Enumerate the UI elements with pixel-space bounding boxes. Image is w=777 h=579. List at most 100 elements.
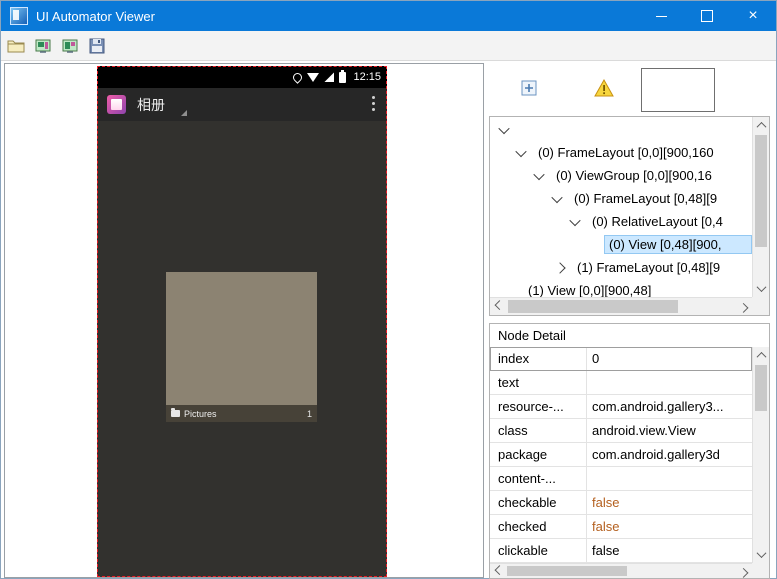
- device-screenshot-icon: [35, 39, 51, 53]
- detail-value: false: [592, 495, 620, 510]
- scrollbar-thumb[interactable]: [755, 135, 767, 247]
- app-icon: [10, 7, 28, 25]
- detail-row-index[interactable]: index 0: [490, 347, 752, 371]
- detail-row-checkable[interactable]: checkable false: [490, 491, 752, 515]
- detail-vertical-scrollbar[interactable]: [752, 347, 769, 563]
- hierarchy-tree-panel: (0) FrameLayout [0,0][900,160 (0) ViewGr…: [489, 116, 770, 316]
- scrollbar-thumb[interactable]: [508, 300, 678, 313]
- chevron-down-icon: [756, 548, 766, 559]
- minimize-button[interactable]: [638, 1, 684, 31]
- detail-value: [587, 371, 752, 394]
- node-detail-table: index 0 text resource-... com.android.ga…: [490, 347, 752, 563]
- detail-row-checked[interactable]: checked false: [490, 515, 752, 539]
- detail-value: android.view.View: [592, 423, 696, 438]
- chevron-down-icon: [756, 282, 766, 293]
- device-screenshot-button[interactable]: [32, 35, 54, 57]
- scroll-down-button[interactable]: [753, 281, 769, 296]
- chevron-right-icon: [738, 302, 748, 313]
- detail-row-text[interactable]: text: [490, 371, 752, 395]
- chevron-down-icon[interactable]: [515, 145, 527, 157]
- detail-row-content-desc[interactable]: content-...: [490, 467, 752, 491]
- open-button[interactable]: [5, 35, 27, 57]
- folder-icon: [171, 408, 180, 417]
- location-icon: [291, 70, 305, 84]
- scroll-up-button[interactable]: [753, 118, 769, 133]
- album-thumbnail: Pictures 1: [166, 272, 317, 422]
- tree-node-relativelayout-0[interactable]: (0) RelativeLayout [0,4: [490, 210, 752, 233]
- main-toolbar: [1, 31, 776, 61]
- tree-horizontal-scrollbar[interactable]: [490, 297, 752, 315]
- tree-node-label: (0) ViewGroup [0,0][900,16: [556, 168, 712, 183]
- scroll-right-button[interactable]: [735, 299, 751, 314]
- tree-node-root[interactable]: [490, 118, 752, 141]
- album-label: Pictures: [184, 408, 217, 419]
- folder-open-icon: [7, 40, 25, 52]
- detail-value: false: [592, 519, 620, 534]
- wifi-icon: [307, 72, 320, 82]
- expand-all-icon: [521, 80, 537, 96]
- chevron-right-icon: [738, 567, 748, 578]
- save-button[interactable]: [86, 35, 108, 57]
- warning-indicator[interactable]: [593, 78, 615, 98]
- close-icon: ×: [748, 7, 758, 24]
- maximize-button[interactable]: [684, 1, 730, 31]
- scroll-up-button[interactable]: [753, 348, 769, 363]
- detail-label: text: [490, 371, 587, 394]
- scroll-left-button[interactable]: [491, 299, 507, 314]
- detail-label: clickable: [490, 539, 587, 562]
- scroll-left-button[interactable]: [491, 564, 507, 579]
- tree-vertical-scrollbar[interactable]: [752, 117, 769, 297]
- detail-row-package[interactable]: package com.android.gallery3d: [490, 443, 752, 467]
- tree-node-label: [517, 129, 525, 131]
- status-time: 12:15: [353, 71, 381, 83]
- chevron-down-icon[interactable]: [498, 122, 510, 134]
- chevron-down-icon[interactable]: [551, 191, 563, 203]
- maximize-icon: [701, 10, 713, 22]
- device-screenshot-compressed-button[interactable]: [59, 35, 81, 57]
- device-screenshot[interactable]: 12:15 相册 Pictures 1: [97, 66, 387, 577]
- chevron-left-icon: [494, 565, 504, 576]
- tree-node-framelayout-0[interactable]: (0) FrameLayout [0,0][900,160: [490, 141, 752, 164]
- device-status-bar: 12:15: [97, 66, 387, 88]
- screenshot-pane: 12:15 相册 Pictures 1: [4, 63, 484, 578]
- signal-icon: [324, 72, 335, 82]
- node-detail-panel: Node Detail index 0 text resource-... co…: [489, 323, 770, 579]
- tree-node-framelayout-1[interactable]: (1) FrameLayout [0,48][9: [490, 256, 752, 279]
- scrollbar-thumb[interactable]: [507, 566, 627, 576]
- tree-node-framelayout-inner[interactable]: (0) FrameLayout [0,48][9: [490, 187, 752, 210]
- expand-all-button[interactable]: [518, 77, 540, 99]
- tree-node-label: (0) FrameLayout [0,0][900,160: [538, 145, 714, 160]
- detail-value: com.android.gallery3d: [592, 447, 720, 462]
- spinner-caret-icon: [181, 110, 187, 116]
- close-button[interactable]: ×: [730, 1, 776, 31]
- chevron-right-icon[interactable]: [554, 261, 566, 274]
- tree-node-viewgroup-0[interactable]: (0) ViewGroup [0,0][900,16: [490, 164, 752, 187]
- chevron-down-icon[interactable]: [533, 168, 545, 180]
- chevron-up-icon: [756, 351, 766, 362]
- scroll-right-button[interactable]: [735, 564, 751, 579]
- detail-label: checkable: [490, 491, 587, 514]
- detail-row-resource-id[interactable]: resource-... com.android.gallery3...: [490, 395, 752, 419]
- device-screenshot-compressed-icon: [62, 39, 78, 53]
- detail-horizontal-scrollbar[interactable]: [490, 563, 752, 578]
- overflow-menu-icon: [372, 95, 375, 99]
- detail-label: content-...: [490, 467, 587, 490]
- chevron-down-icon[interactable]: [569, 214, 581, 226]
- detail-value: false: [592, 543, 620, 558]
- tree-node-view-selected[interactable]: (0) View [0,48][900,: [490, 233, 752, 256]
- chevron-up-icon: [756, 121, 766, 132]
- detail-row-class[interactable]: class android.view.View: [490, 419, 752, 443]
- window-title: UI Automator Viewer: [36, 8, 155, 24]
- scrollbar-thumb[interactable]: [755, 365, 767, 411]
- scroll-down-button[interactable]: [753, 547, 769, 562]
- detail-row-clickable[interactable]: clickable false: [490, 539, 752, 563]
- tree-node-label: (0) RelativeLayout [0,4: [592, 214, 723, 229]
- detail-label: resource-...: [490, 395, 587, 418]
- tree-node-label: (1) View [0,0][900,48]: [528, 283, 652, 297]
- album-info-bar: Pictures 1: [166, 405, 317, 422]
- tree-node-label: (0) View [0,48][900,: [604, 235, 752, 254]
- detail-label: checked: [490, 515, 587, 538]
- tree-node-view-1[interactable]: (1) View [0,0][900,48]: [490, 279, 752, 297]
- chevron-left-icon: [494, 300, 504, 311]
- detail-value: 0: [592, 351, 600, 366]
